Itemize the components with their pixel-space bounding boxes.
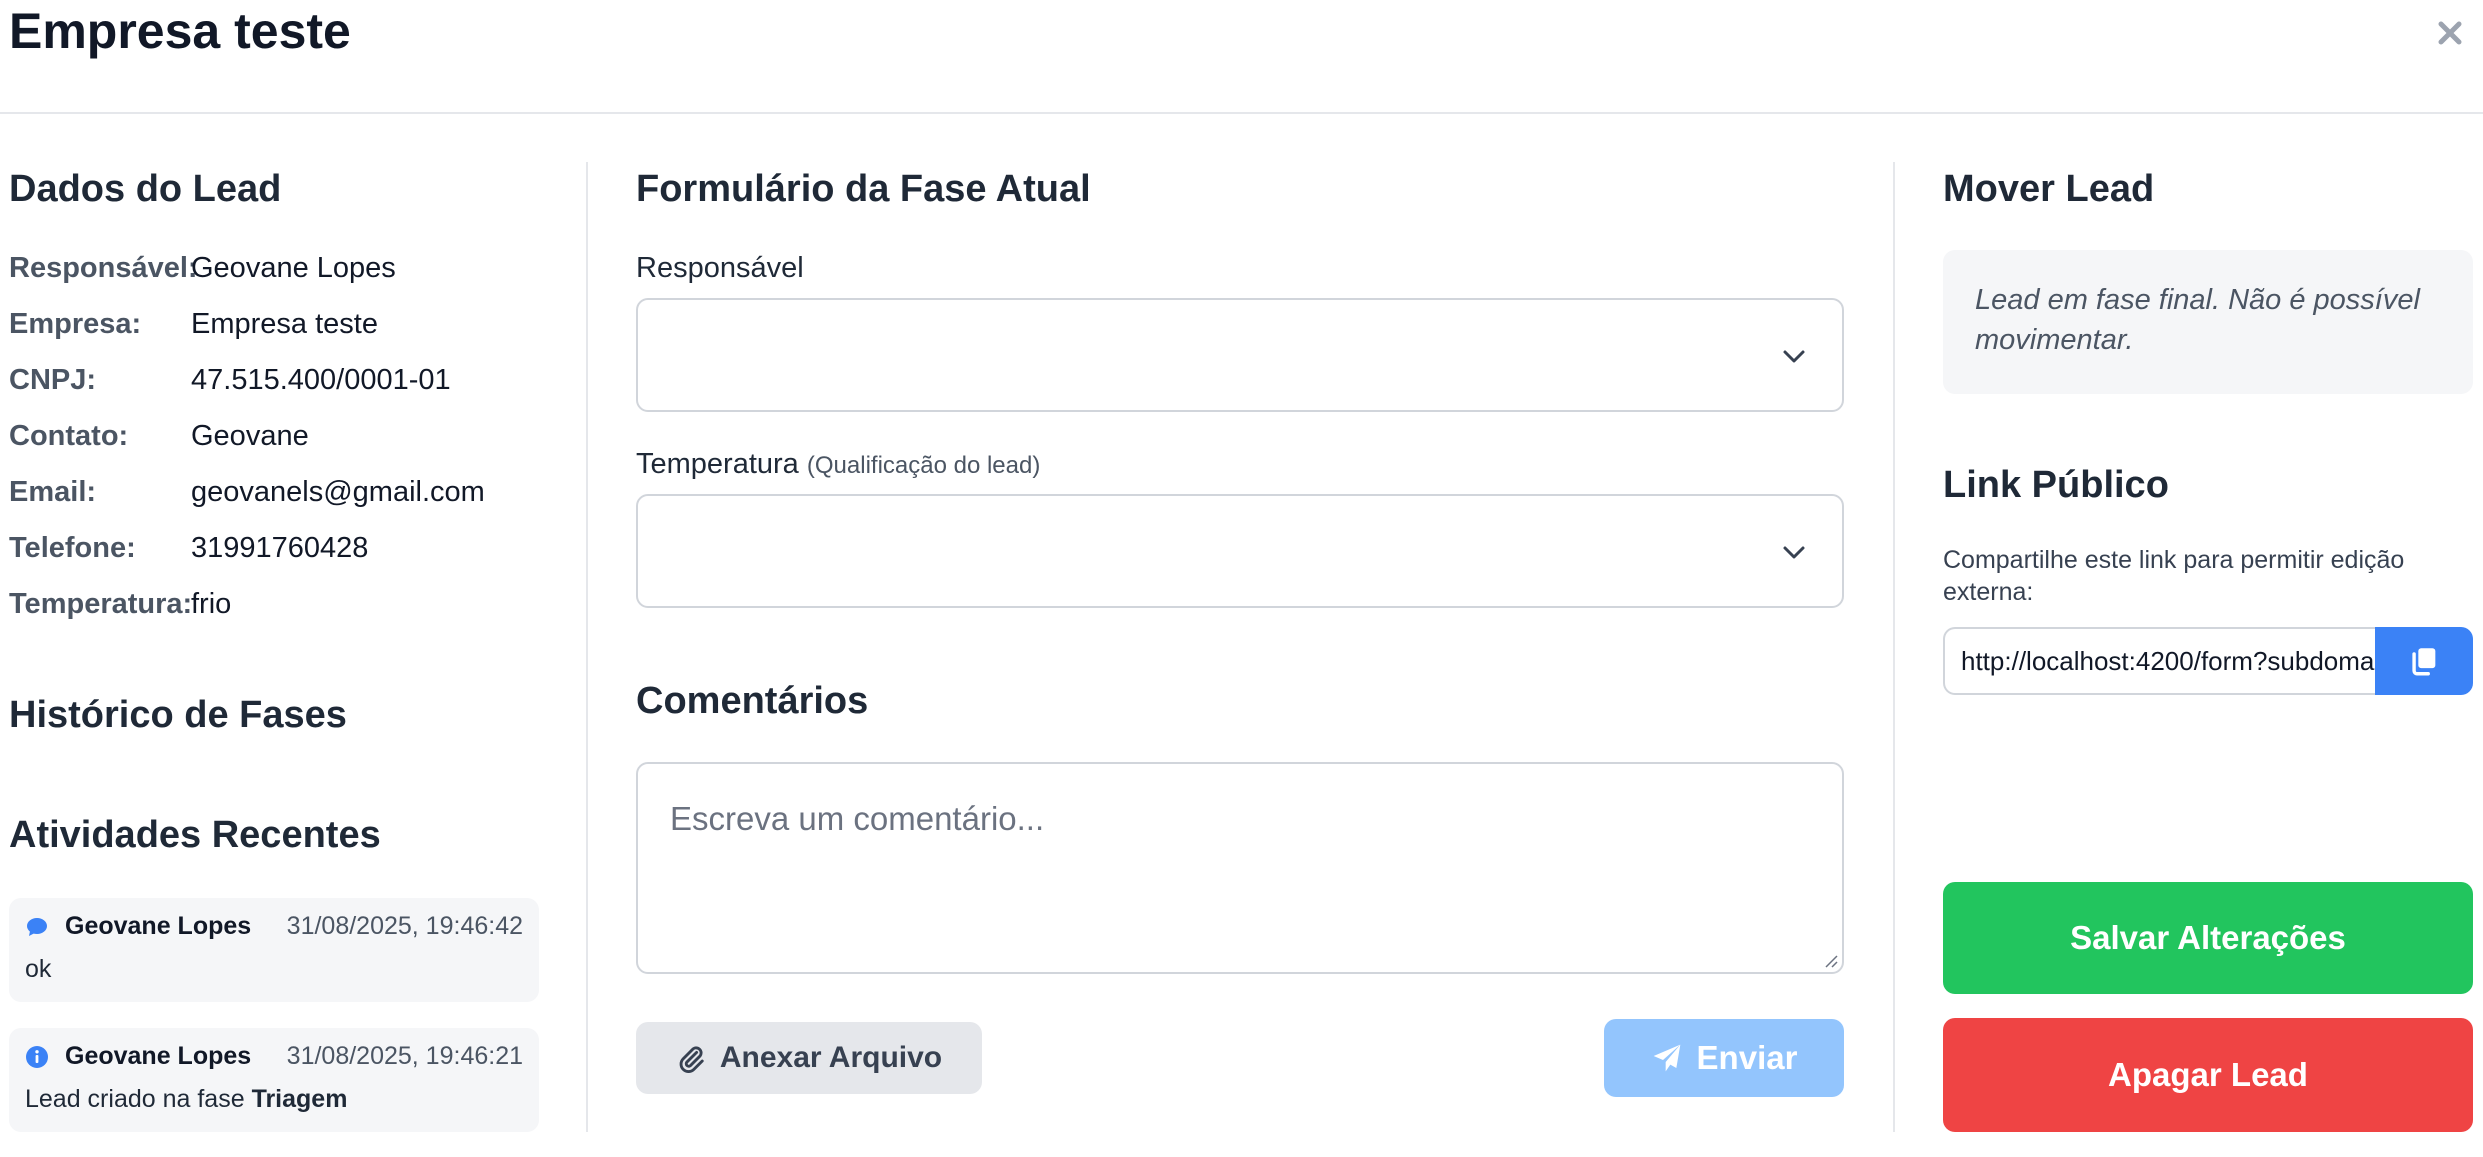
- column-divider: [586, 162, 588, 1132]
- comment-textarea[interactable]: Escreva um comentário...: [636, 762, 1844, 974]
- info-row-email: Email: geovanels@gmail.com: [9, 476, 485, 509]
- attach-file-label: Anexar Arquivo: [719, 1041, 943, 1074]
- close-button[interactable]: [2427, 10, 2473, 56]
- info-value: Empresa teste: [191, 308, 378, 340]
- info-icon: [26, 1045, 48, 1068]
- activity-time: 31/08/2025, 19:46:21: [286, 1042, 523, 1070]
- info-row-telefone: Telefone: 31991760428: [9, 532, 368, 565]
- activity-text: ok: [25, 955, 52, 983]
- activity-text: Lead criado na fase Triagem: [25, 1085, 523, 1114]
- comment-icon: [27, 917, 47, 936]
- info-label: Responsável:: [9, 252, 198, 284]
- info-value: geovanels@gmail.com: [191, 476, 485, 508]
- comments-heading: Comentários: [636, 680, 869, 722]
- current-phase-form: Formulário da Fase Atual Responsável Tem…: [636, 162, 1846, 1157]
- column-divider: [1893, 162, 1895, 1132]
- info-label: Empresa:: [9, 308, 142, 340]
- send-comment-button[interactable]: Enviar: [1604, 1019, 1844, 1097]
- info-value: frio: [191, 588, 232, 620]
- send-label: Enviar: [1696, 1039, 1798, 1076]
- temperatura-select[interactable]: [636, 494, 1844, 608]
- temperatura-label-hint: (Qualificação do lead): [806, 452, 1041, 479]
- info-label: CNPJ:: [9, 364, 97, 396]
- form-heading: Formulário da Fase Atual: [636, 168, 1091, 210]
- public-link-description: Compartilhe este link para permitir ediç…: [1943, 546, 2405, 606]
- info-row-cnpj: CNPJ: 47.515.400/0001-01: [9, 364, 451, 397]
- info-label: Contato:: [9, 420, 129, 452]
- info-value: 47.515.400/0001-01: [191, 364, 451, 396]
- info-row-contato: Contato: Geovane: [9, 420, 309, 453]
- info-row-responsavel: Responsável: Geovane Lopes: [9, 252, 396, 285]
- phase-history-heading: Histórico de Fases: [9, 694, 347, 736]
- comment-placeholder: Escreva um comentário...: [670, 800, 1045, 837]
- info-label: Email:: [9, 476, 97, 508]
- info-value: 31991760428: [191, 532, 369, 564]
- responsavel-label: Responsável: [636, 252, 804, 284]
- paperclip-icon: [679, 1046, 704, 1073]
- info-row-temperatura: Temperatura: frio: [9, 588, 231, 621]
- paper-plane-icon: [1653, 1044, 1680, 1072]
- info-row-empresa: Empresa: Empresa teste: [9, 308, 378, 341]
- info-value: Geovane: [191, 420, 309, 452]
- header-divider: [0, 112, 2483, 114]
- close-icon: [2438, 21, 2462, 45]
- lead-data-heading: Dados do Lead: [9, 168, 282, 210]
- recent-activities-heading: Atividades Recentes: [9, 814, 381, 856]
- temperatura-label: Temperatura (Qualificação do lead): [636, 448, 1040, 481]
- copy-icon: [2412, 648, 2436, 676]
- delete-lead-button[interactable]: Apagar Lead: [1943, 1018, 2473, 1132]
- attach-file-button[interactable]: Anexar Arquivo: [636, 1022, 982, 1094]
- chevron-down-icon: [1783, 546, 1805, 559]
- activity-user: Geovane Lopes: [65, 1042, 252, 1070]
- lead-actions-column: Mover Lead Lead em fase final. Não é pos…: [1943, 162, 2473, 1157]
- info-label: Telefone:: [9, 532, 136, 564]
- modal-title: Empresa teste: [9, 3, 351, 59]
- activity-phase-name: Triagem: [251, 1085, 348, 1113]
- final-phase-notice: Lead em fase final. Não é possível movim…: [1943, 250, 2473, 394]
- save-changes-button[interactable]: Salvar Alterações: [1943, 882, 2473, 994]
- lead-info-column: Dados do Lead Responsável: Geovane Lopes…: [9, 162, 539, 1157]
- activity-text-prefix: Lead criado na fase: [25, 1085, 252, 1113]
- activity-time: 31/08/2025, 19:46:42: [286, 912, 523, 940]
- info-label: Temperatura:: [9, 588, 193, 620]
- activity-user: Geovane Lopes: [65, 912, 252, 940]
- activity-item: Geovane Lopes 31/08/2025, 19:46:42 ok: [9, 898, 539, 1002]
- move-lead-heading: Mover Lead: [1943, 168, 2155, 210]
- public-link-heading: Link Público: [1943, 464, 2169, 506]
- copy-link-button[interactable]: [2375, 627, 2473, 695]
- resize-handle-icon[interactable]: [1822, 952, 1838, 968]
- temperatura-label-text: Temperatura: [636, 448, 799, 480]
- public-link-input[interactable]: http://localhost:4200/form?subdomain: [1943, 627, 2375, 695]
- chevron-down-icon: [1783, 350, 1805, 363]
- info-value: Geovane Lopes: [191, 252, 396, 284]
- responsavel-select[interactable]: [636, 298, 1844, 412]
- activity-item: Geovane Lopes 31/08/2025, 19:46:21 Lead …: [9, 1028, 539, 1132]
